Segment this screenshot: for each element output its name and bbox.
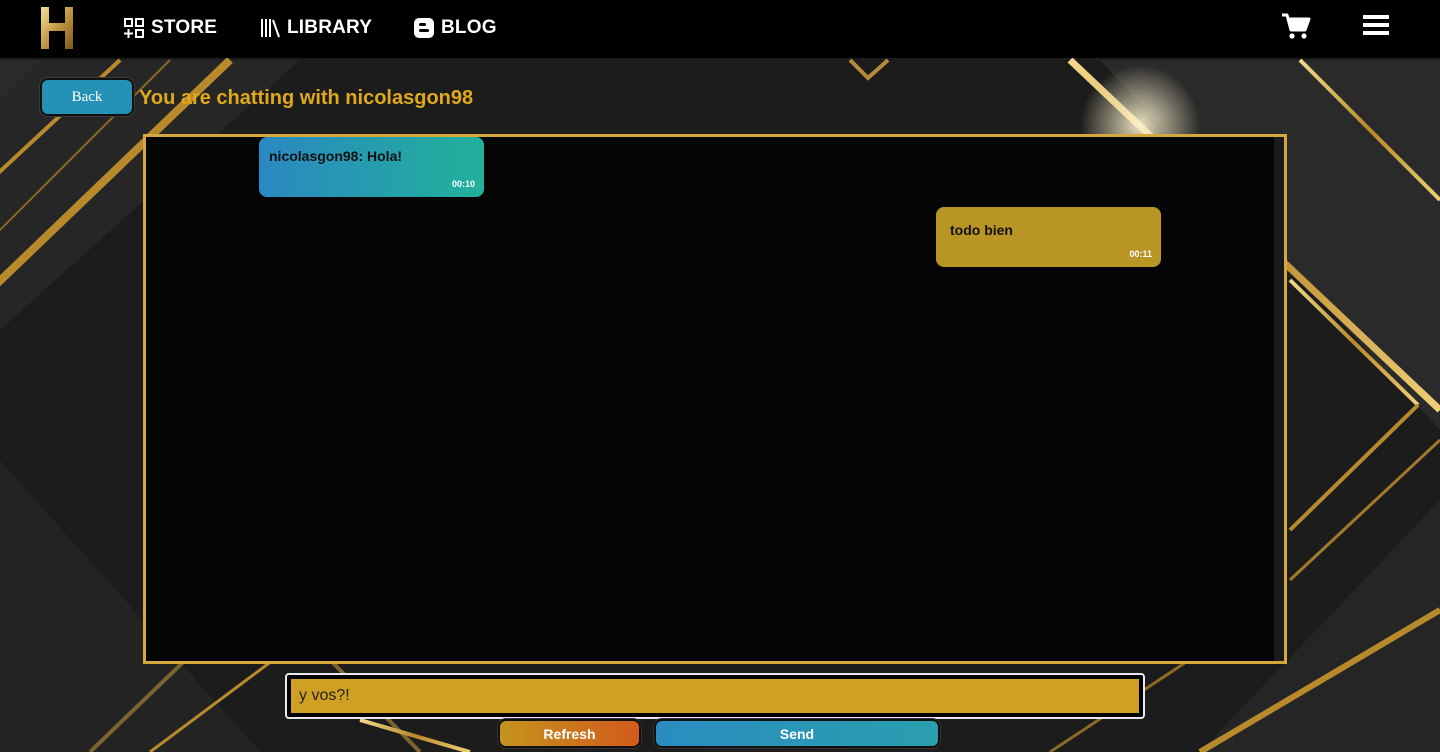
message-incoming: nicolasgon98: Hola! 00:10 xyxy=(259,137,484,197)
top-nav-bar: STORE LIBRARY BLOG xyxy=(0,0,1440,58)
message-input-wrapper xyxy=(285,673,1145,719)
nav-store-label: STORE xyxy=(151,17,218,38)
message-time: 00:10 xyxy=(451,179,475,189)
chat-messages-panel[interactable]: nicolasgon98: Hola! 00:10 todo bien 00:1… xyxy=(143,134,1287,664)
store-grid-icon xyxy=(124,18,144,38)
hamburger-menu-icon[interactable] xyxy=(1363,13,1389,37)
nav-library[interactable]: LIBRARY xyxy=(259,14,372,42)
nav-blog[interactable]: BLOG xyxy=(413,14,497,42)
nav-library-label: LIBRARY xyxy=(287,17,373,38)
message-time: 00:11 xyxy=(1129,249,1152,259)
chat-title: You are chatting with nicolasgon98 xyxy=(139,87,474,109)
message-text: nicolasgon98: Hola! xyxy=(269,148,403,164)
blogger-icon xyxy=(414,18,434,38)
shopping-cart-icon[interactable] xyxy=(1281,12,1311,40)
library-books-icon xyxy=(261,19,280,38)
message-input[interactable] xyxy=(291,679,1139,713)
message-text: todo bien xyxy=(950,222,1013,238)
brand-logo[interactable] xyxy=(38,5,76,51)
nav-blog-label: BLOG xyxy=(441,17,497,38)
send-button[interactable]: Send xyxy=(654,719,940,748)
message-outgoing: todo bien 00:11 xyxy=(936,207,1161,267)
chat-scrollbar[interactable] xyxy=(1274,137,1284,661)
refresh-button[interactable]: Refresh xyxy=(498,719,641,748)
nav-store[interactable]: STORE xyxy=(123,14,217,42)
back-button[interactable]: Back xyxy=(40,78,134,116)
